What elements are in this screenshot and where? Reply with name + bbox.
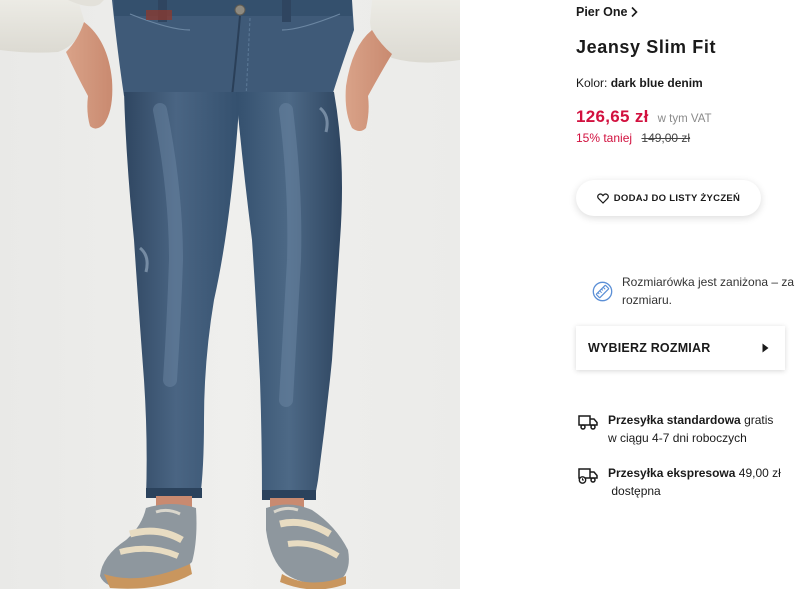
shipping-express-title: Przesyłka ekspresowa 49,00 zł: [608, 466, 781, 480]
color-label: Kolor:: [576, 76, 608, 90]
discount-row: 15% taniej 149,00 zł: [576, 131, 690, 145]
product-title: Jeansy Slim Fit: [576, 37, 717, 57]
product-details: Pier One Jeansy Slim Fit Kolor: dark blu…: [576, 0, 798, 589]
shipping-express-price: 49,00 zł: [738, 466, 781, 480]
price-row: 126,65 zł w tym VAT: [576, 107, 712, 127]
shipping-standard-detail: w ciągu 4-7 dni roboczych: [608, 431, 747, 445]
ruler-icon: [592, 281, 613, 302]
play-arrow-icon: [762, 343, 769, 353]
old-price: 149,00 zł: [641, 131, 691, 145]
heart-icon: [596, 192, 609, 204]
shipping-express-detail: dostępna: [608, 484, 661, 498]
discount-badge: 15% taniej: [576, 131, 633, 145]
brand-name: Pier One: [576, 5, 628, 19]
color-value: dark blue denim: [610, 76, 703, 90]
truck-icon: [578, 415, 598, 430]
wishlist-label: DODAJ DO LISTY ŻYCZEŃ: [613, 192, 741, 204]
product-image[interactable]: [0, 0, 460, 589]
add-to-wishlist-button[interactable]: DODAJ DO LISTY ŻYCZEŃ: [576, 180, 761, 216]
brand-link[interactable]: Pier One: [576, 5, 639, 19]
chevron-right-icon: [631, 6, 639, 18]
shipping-express-name: Przesyłka ekspresowa: [608, 466, 736, 480]
express-truck-icon: [578, 468, 598, 484]
color-info: Kolor: dark blue denim: [576, 76, 703, 90]
size-advice-text: Rozmiarówka jest zaniżona – za rozmiaru.: [622, 273, 794, 309]
vat-note: w tym VAT: [657, 113, 712, 125]
size-select-label: WYBIERZ ROZMIAR: [588, 341, 711, 355]
size-advice-line1: Rozmiarówka jest zaniżona – za: [622, 275, 795, 289]
shipping-standard-name: Przesyłka standardowa: [608, 413, 741, 427]
shipping-standard-title: Przesyłka standardowa gratis: [608, 413, 773, 427]
size-advice-line2: rozmiaru.: [622, 293, 673, 307]
shipping-express-availability: dostępna: [611, 484, 661, 498]
size-select-dropdown[interactable]: WYBIERZ ROZMIAR: [576, 326, 785, 370]
current-price: 126,65 zł: [576, 107, 649, 126]
shipping-standard-price: gratis: [744, 413, 774, 427]
